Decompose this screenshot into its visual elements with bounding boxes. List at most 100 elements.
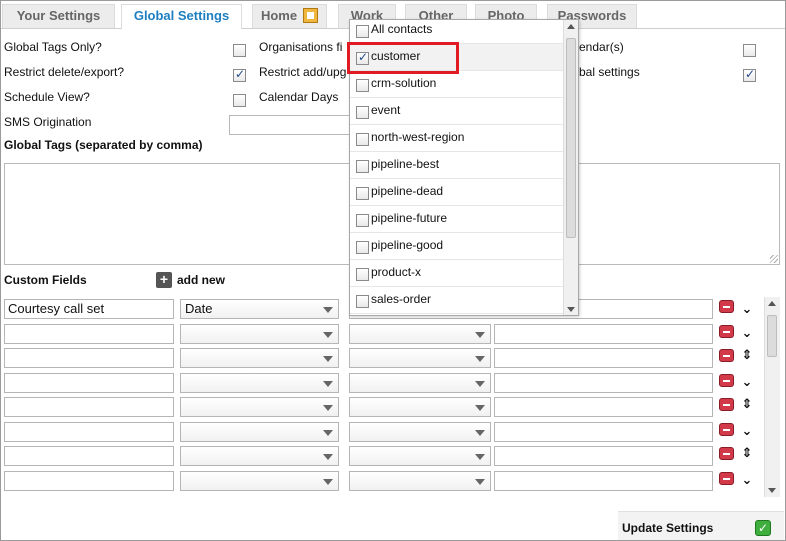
custom-field-value-input[interactable] xyxy=(494,446,713,466)
move-updown-icon[interactable]: ⇕ xyxy=(739,348,755,364)
tab-home[interactable]: Home xyxy=(252,4,327,28)
global-settings-option-checkbox[interactable] xyxy=(743,67,756,82)
custom-field-name-input[interactable] xyxy=(4,446,174,466)
scroll-down-icon[interactable] xyxy=(768,488,776,493)
custom-field-value-input[interactable] xyxy=(494,348,713,368)
schedule-view-label: Schedule View? xyxy=(4,90,90,104)
move-down-icon[interactable]: ⌄ xyxy=(739,326,755,342)
tag-option[interactable]: pipeline-dead xyxy=(350,179,564,206)
move-down-icon[interactable]: ⌄ xyxy=(739,375,755,391)
custom-field-type-select[interactable] xyxy=(180,397,339,417)
update-settings-button[interactable]: Update Settings ✓ xyxy=(618,511,784,540)
remove-field-icon[interactable] xyxy=(719,472,734,485)
remove-field-icon[interactable] xyxy=(719,398,734,411)
tag-option-checkbox[interactable] xyxy=(356,160,369,173)
schedule-view-checkbox[interactable] xyxy=(233,94,246,107)
custom-field-name-input[interactable] xyxy=(4,324,174,344)
custom-field-value-input[interactable] xyxy=(494,422,713,442)
custom-field-subtype-select[interactable] xyxy=(349,422,491,442)
tag-option-checkbox[interactable] xyxy=(356,295,369,308)
tag-option[interactable]: north-west-region xyxy=(350,125,564,152)
custom-field-subtype-select[interactable] xyxy=(349,373,491,393)
move-updown-icon[interactable]: ⇕ xyxy=(739,397,755,413)
remove-field-icon[interactable] xyxy=(719,423,734,436)
custom-field-type-select[interactable] xyxy=(180,471,339,491)
scrollbar-thumb[interactable] xyxy=(767,315,777,357)
tag-option-checkbox[interactable] xyxy=(356,187,369,200)
tag-option-label: product-x xyxy=(371,265,422,279)
custom-field-subtype-select[interactable] xyxy=(349,324,491,344)
tag-option[interactable]: All contacts xyxy=(350,20,564,44)
custom-field-subtype-select[interactable] xyxy=(349,471,491,491)
custom-field-name-input[interactable]: Courtesy call set xyxy=(4,299,174,319)
tag-option[interactable]: pipeline-good xyxy=(350,233,564,260)
tag-option-label: event xyxy=(371,103,401,117)
custom-field-subtype-select[interactable] xyxy=(349,397,491,417)
add-new-button[interactable]: + add new xyxy=(156,272,225,288)
move-down-icon[interactable]: ⌄ xyxy=(739,473,755,489)
move-down-icon[interactable]: ⌄ xyxy=(739,424,755,440)
scroll-up-icon[interactable] xyxy=(768,301,776,306)
calendar-days-label: Calendar Days xyxy=(259,90,339,104)
global-tags-only-label: Global Tags Only? xyxy=(4,40,102,54)
tag-option[interactable]: product-x xyxy=(350,260,564,287)
custom-field-subtype-select[interactable] xyxy=(349,446,491,466)
tag-option-label: pipeline-dead xyxy=(371,184,444,198)
remove-field-icon[interactable] xyxy=(719,300,734,313)
tag-option[interactable]: pipeline-future xyxy=(350,206,564,233)
highlight-box xyxy=(347,42,459,74)
tag-option[interactable]: event xyxy=(350,98,564,125)
custom-field-name-input[interactable] xyxy=(4,397,174,417)
custom-field-value-input[interactable] xyxy=(494,471,713,491)
calendars-checkbox[interactable] xyxy=(743,44,756,57)
custom-field-type-select[interactable]: Date xyxy=(180,299,339,319)
custom-field-type-select[interactable] xyxy=(180,324,339,344)
scrollbar-thumb[interactable] xyxy=(566,38,576,238)
custom-field-value-input[interactable] xyxy=(494,397,713,417)
global-tags-only-checkbox[interactable] xyxy=(233,44,246,57)
custom-fields-scrollbar[interactable] xyxy=(764,297,780,497)
custom-field-name-input[interactable] xyxy=(4,373,174,393)
custom-field-name-input[interactable] xyxy=(4,471,174,491)
tag-option[interactable]: pipeline-best xyxy=(350,152,564,179)
plus-icon: + xyxy=(156,272,172,288)
restrict-delete-checkbox[interactable] xyxy=(233,67,246,82)
move-down-icon[interactable]: ⌄ xyxy=(739,302,755,318)
tag-option-checkbox[interactable] xyxy=(356,25,369,38)
checkmark-icon: ✓ xyxy=(755,520,771,536)
custom-field-type-select[interactable] xyxy=(180,446,339,466)
custom-field-type-select[interactable] xyxy=(180,422,339,442)
move-updown-icon[interactable]: ⇕ xyxy=(739,446,755,462)
tag-option-label: sales-order xyxy=(371,292,432,306)
custom-field-name-input[interactable] xyxy=(4,348,174,368)
tag-option-label: north-west-region xyxy=(371,130,465,144)
custom-field-subtype-select[interactable] xyxy=(349,348,491,368)
tab-your-settings[interactable]: Your Settings xyxy=(2,4,115,28)
tab-global-settings[interactable]: Global Settings xyxy=(121,4,242,29)
custom-field-type-select[interactable] xyxy=(180,348,339,368)
tag-option-checkbox[interactable] xyxy=(356,214,369,227)
sms-origination-input[interactable] xyxy=(229,115,351,135)
custom-field-value-input[interactable] xyxy=(494,324,713,344)
custom-field-value-input[interactable] xyxy=(494,373,713,393)
scroll-up-icon[interactable] xyxy=(567,24,575,29)
tag-option-checkbox[interactable] xyxy=(356,106,369,119)
tag-option-label: pipeline-future xyxy=(371,211,448,225)
tag-option-checkbox[interactable] xyxy=(356,133,369,146)
custom-fields-label: Custom Fields xyxy=(4,273,87,287)
remove-field-icon[interactable] xyxy=(719,349,734,362)
custom-field-name-input[interactable] xyxy=(4,422,174,442)
dropdown-scrollbar[interactable] xyxy=(563,20,578,315)
tag-option-checkbox[interactable] xyxy=(356,268,369,281)
tag-option-checkbox[interactable] xyxy=(356,241,369,254)
tag-option-checkbox[interactable] xyxy=(356,79,369,92)
calendars-label: endar(s) xyxy=(579,40,624,54)
custom-field-type-select[interactable] xyxy=(180,373,339,393)
remove-field-icon[interactable] xyxy=(719,374,734,387)
tag-option[interactable]: sales-order xyxy=(350,287,564,314)
remove-field-icon[interactable] xyxy=(719,447,734,460)
remove-field-icon[interactable] xyxy=(719,325,734,338)
scroll-down-icon[interactable] xyxy=(567,307,575,312)
tag-option[interactable]: crm-solution xyxy=(350,71,564,98)
resize-grip-icon[interactable] xyxy=(770,255,778,263)
